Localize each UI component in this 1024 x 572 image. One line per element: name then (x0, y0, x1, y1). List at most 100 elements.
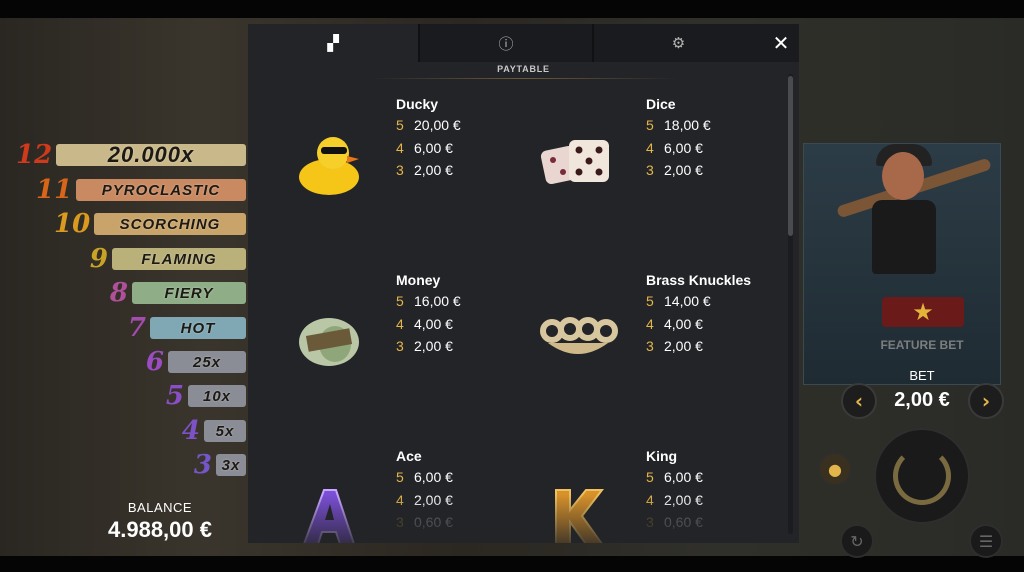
modal-tabs: ▞ ⓘ ⚙ (248, 24, 799, 62)
menu-button[interactable]: ☰ (969, 524, 1003, 558)
ladder-row: 12 20.000x (16, 140, 246, 170)
payout-count: 5 (646, 293, 654, 309)
payout-count: 3 (646, 162, 654, 178)
ladder-level-number: 4 (181, 416, 200, 446)
bet-decrease-button[interactable]: ‹ (841, 383, 877, 419)
payout-count: 4 (396, 139, 404, 156)
payout-row: 4 4,00 € (646, 316, 703, 332)
balance-label: BALANCE (127, 500, 193, 515)
feature-bet-label: FEATURE BET (880, 338, 964, 352)
payout-value: 2,00 € (414, 338, 453, 354)
payout-value: 2,00 € (664, 162, 703, 178)
ladder-level-badge: 20.000x (56, 142, 246, 167)
ladder-level-badge: 5x (204, 420, 246, 442)
symbol-name: Money (396, 272, 441, 288)
payout-row: 3 0,60 € (646, 514, 703, 530)
payout-row: 4 4,00 € (396, 316, 453, 332)
character-head (882, 152, 924, 200)
menu-icon: ☰ (978, 531, 994, 551)
autoplay-button[interactable]: ↻ (840, 524, 874, 558)
paytable-title: PAYTABLE (497, 64, 550, 74)
title-divider (368, 78, 679, 79)
payout-count: 3 (646, 338, 654, 354)
info-icon: ⓘ (498, 34, 514, 53)
paytable-modal: ▞ ⓘ ⚙ ✕ PAYTABLE Ducky 5 20,00 € 4 6,00 € 3 2,… (248, 24, 799, 543)
symbol-name: Dice (646, 96, 676, 112)
payout-count: 3 (396, 514, 404, 530)
payout-count: 4 (646, 315, 654, 332)
character-body (872, 200, 936, 274)
payout-count: 5 (396, 469, 404, 485)
payout-count: 5 (646, 117, 654, 133)
ladder-level-badge: SCORCHING (94, 213, 246, 235)
payout-row: 4 2,00 € (396, 492, 453, 508)
ladder-row: 10 SCORCHING (54, 209, 246, 239)
paytable-symbol: Money 5 16,00 € 4 4,00 € 3 2,00 € (248, 272, 498, 382)
coin-button[interactable]: ● (818, 452, 852, 486)
ladder-level-number: 8 (109, 278, 128, 308)
ladder-level-badge: PYROCLASTIC (76, 179, 246, 201)
ladder-level-number: 12 (16, 140, 53, 170)
ladder-row: 3 3x (176, 450, 246, 480)
ladder-level-badge: 10x (188, 385, 246, 407)
payout-row: 3 0,60 € (396, 514, 453, 530)
close-button[interactable]: ✕ (763, 24, 799, 62)
payout-row: 3 2,00 € (396, 162, 453, 178)
ladder-level-number: 11 (36, 175, 73, 205)
payout-value: 6,00 € (664, 139, 703, 156)
payout-row: 5 6,00 € (646, 469, 703, 485)
ladder-level-number: 3 (193, 450, 212, 480)
payout-row: 4 6,00 € (396, 140, 453, 156)
payout-row: 5 16,00 € (396, 293, 461, 309)
close-icon: ✕ (772, 31, 790, 55)
paytable-symbol: Brass Knuckles 5 14,00 € 4 4,00 € 3 2,00 € (498, 272, 751, 382)
payout-value: 2,00 € (414, 162, 453, 178)
coin-icon: ● (828, 459, 842, 479)
ladder-level-number: 10 (54, 209, 91, 239)
paytable-symbol: Ducky 5 20,00 € 4 6,00 € 3 2,00 € (248, 96, 498, 206)
settings-icon: ⚙ (671, 34, 686, 52)
payout-value: 4,00 € (414, 315, 453, 332)
payout-count: 3 (646, 514, 654, 530)
ladder-level-number: 7 (127, 313, 146, 343)
payout-row: 3 2,00 € (646, 338, 703, 354)
dice-icon (538, 124, 618, 204)
payout-value: 6,00 € (414, 139, 453, 156)
ace-icon (288, 476, 368, 543)
tab-paytable[interactable]: ▞ (248, 24, 418, 62)
payout-value: 18,00 € (664, 117, 711, 133)
payout-value: 4,00 € (664, 315, 703, 332)
bet-increase-button[interactable]: › (968, 383, 1004, 419)
symbol-name: Ace (396, 448, 422, 464)
bottom-bar (0, 556, 1024, 572)
ladder-level-badge: HOT (150, 317, 246, 339)
ladder-level-number: 5 (165, 381, 184, 411)
tab-info[interactable]: ⓘ (420, 24, 592, 62)
payout-value: 2,00 € (664, 338, 703, 354)
ladder-level-badge: 25x (168, 351, 246, 373)
payout-count: 4 (646, 139, 654, 156)
payout-count: 4 (396, 315, 404, 332)
king-icon (538, 476, 618, 543)
symbol-name: King (646, 448, 678, 464)
top-bar (0, 0, 1024, 18)
payout-count: 4 (646, 491, 654, 508)
payout-count: 3 (396, 162, 404, 178)
ladder-row: 6 25x (128, 347, 246, 377)
payout-row: 3 2,00 € (646, 162, 703, 178)
ladder-row: 4 5x (164, 416, 246, 446)
ladder-level-badge: FLAMING (112, 248, 246, 270)
payout-count: 3 (396, 338, 404, 354)
tab-settings[interactable]: ⚙ (594, 24, 763, 62)
payout-row: 5 14,00 € (646, 293, 711, 309)
payout-value: 6,00 € (664, 469, 703, 485)
paytable-symbol: Ace 5 6,00 € 4 2,00 € 3 0,60 € (248, 448, 498, 543)
payout-row: 4 6,00 € (646, 140, 703, 156)
spin-button[interactable] (874, 428, 970, 524)
payout-value: 20,00 € (414, 117, 461, 133)
payout-value: 0,60 € (664, 514, 703, 530)
chevron-right-icon: › (981, 389, 991, 413)
payout-count: 5 (396, 293, 404, 309)
paytable-symbol: King 5 6,00 € 4 2,00 € 3 0,60 € (498, 448, 748, 543)
scrollbar-thumb[interactable] (788, 76, 793, 236)
